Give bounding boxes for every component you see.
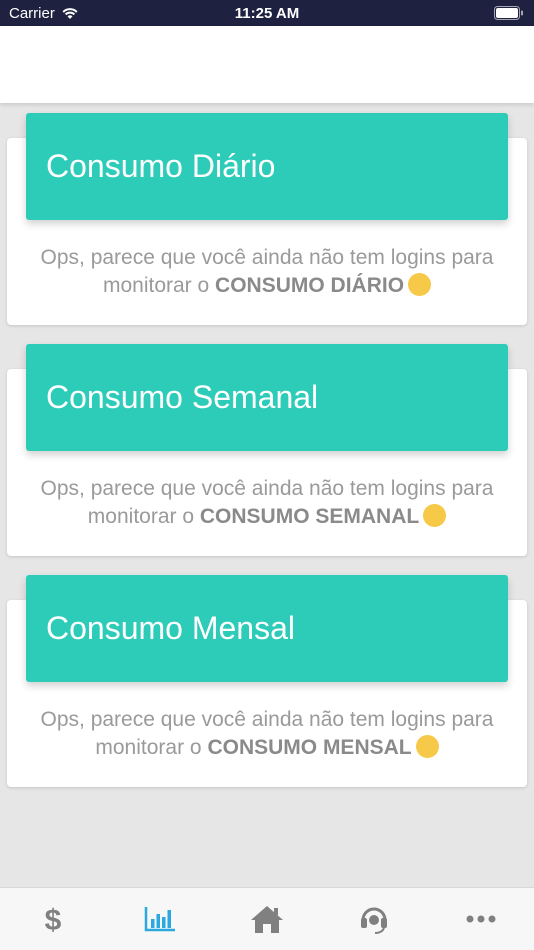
more-icon — [466, 915, 496, 923]
home-icon — [250, 906, 283, 933]
sad-face-icon — [415, 735, 439, 758]
card-message-bold: CONSUMO SEMANAL — [199, 505, 420, 528]
tab-financeiro[interactable]: $ — [23, 894, 83, 944]
tab-consumo[interactable] — [130, 894, 190, 944]
card-title-consumo-diario: Consumo Diário — [26, 113, 508, 220]
card-empty-message: Ops, parece que você ainda não tem login… — [7, 475, 527, 531]
card-title-label: Consumo Diário — [46, 148, 276, 184]
card-title-label: Consumo Mensal — [46, 610, 295, 646]
card-empty-message: Ops, parece que você ainda não tem login… — [7, 244, 527, 300]
card-title-consumo-semanal: Consumo Semanal — [26, 344, 508, 451]
sad-face-icon — [408, 273, 432, 296]
card-message-bold: CONSUMO DIÁRIO — [215, 274, 405, 297]
tab-home[interactable] — [237, 894, 297, 944]
bar-chart-icon — [144, 907, 176, 932]
card-message-bold: CONSUMO MENSAL — [207, 736, 412, 759]
tab-suporte[interactable] — [344, 894, 404, 944]
app-header — [0, 26, 534, 103]
status-bar: Carrier 11:25 AM — [0, 0, 534, 26]
card-title-consumo-mensal: Consumo Mensal — [26, 575, 508, 682]
sad-face-icon — [423, 504, 447, 527]
battery-icon — [494, 6, 523, 20]
card-title-label: Consumo Semanal — [46, 379, 319, 415]
card-empty-message: Ops, parece que você ainda não tem login… — [7, 706, 527, 762]
tab-mais[interactable] — [451, 894, 511, 944]
headset-icon — [360, 907, 387, 934]
svg-text:$: $ — [45, 904, 62, 935]
dollar-icon: $ — [45, 904, 62, 935]
status-time: 11:25 AM — [234, 5, 300, 22]
tab-bar: $ — [0, 887, 534, 950]
